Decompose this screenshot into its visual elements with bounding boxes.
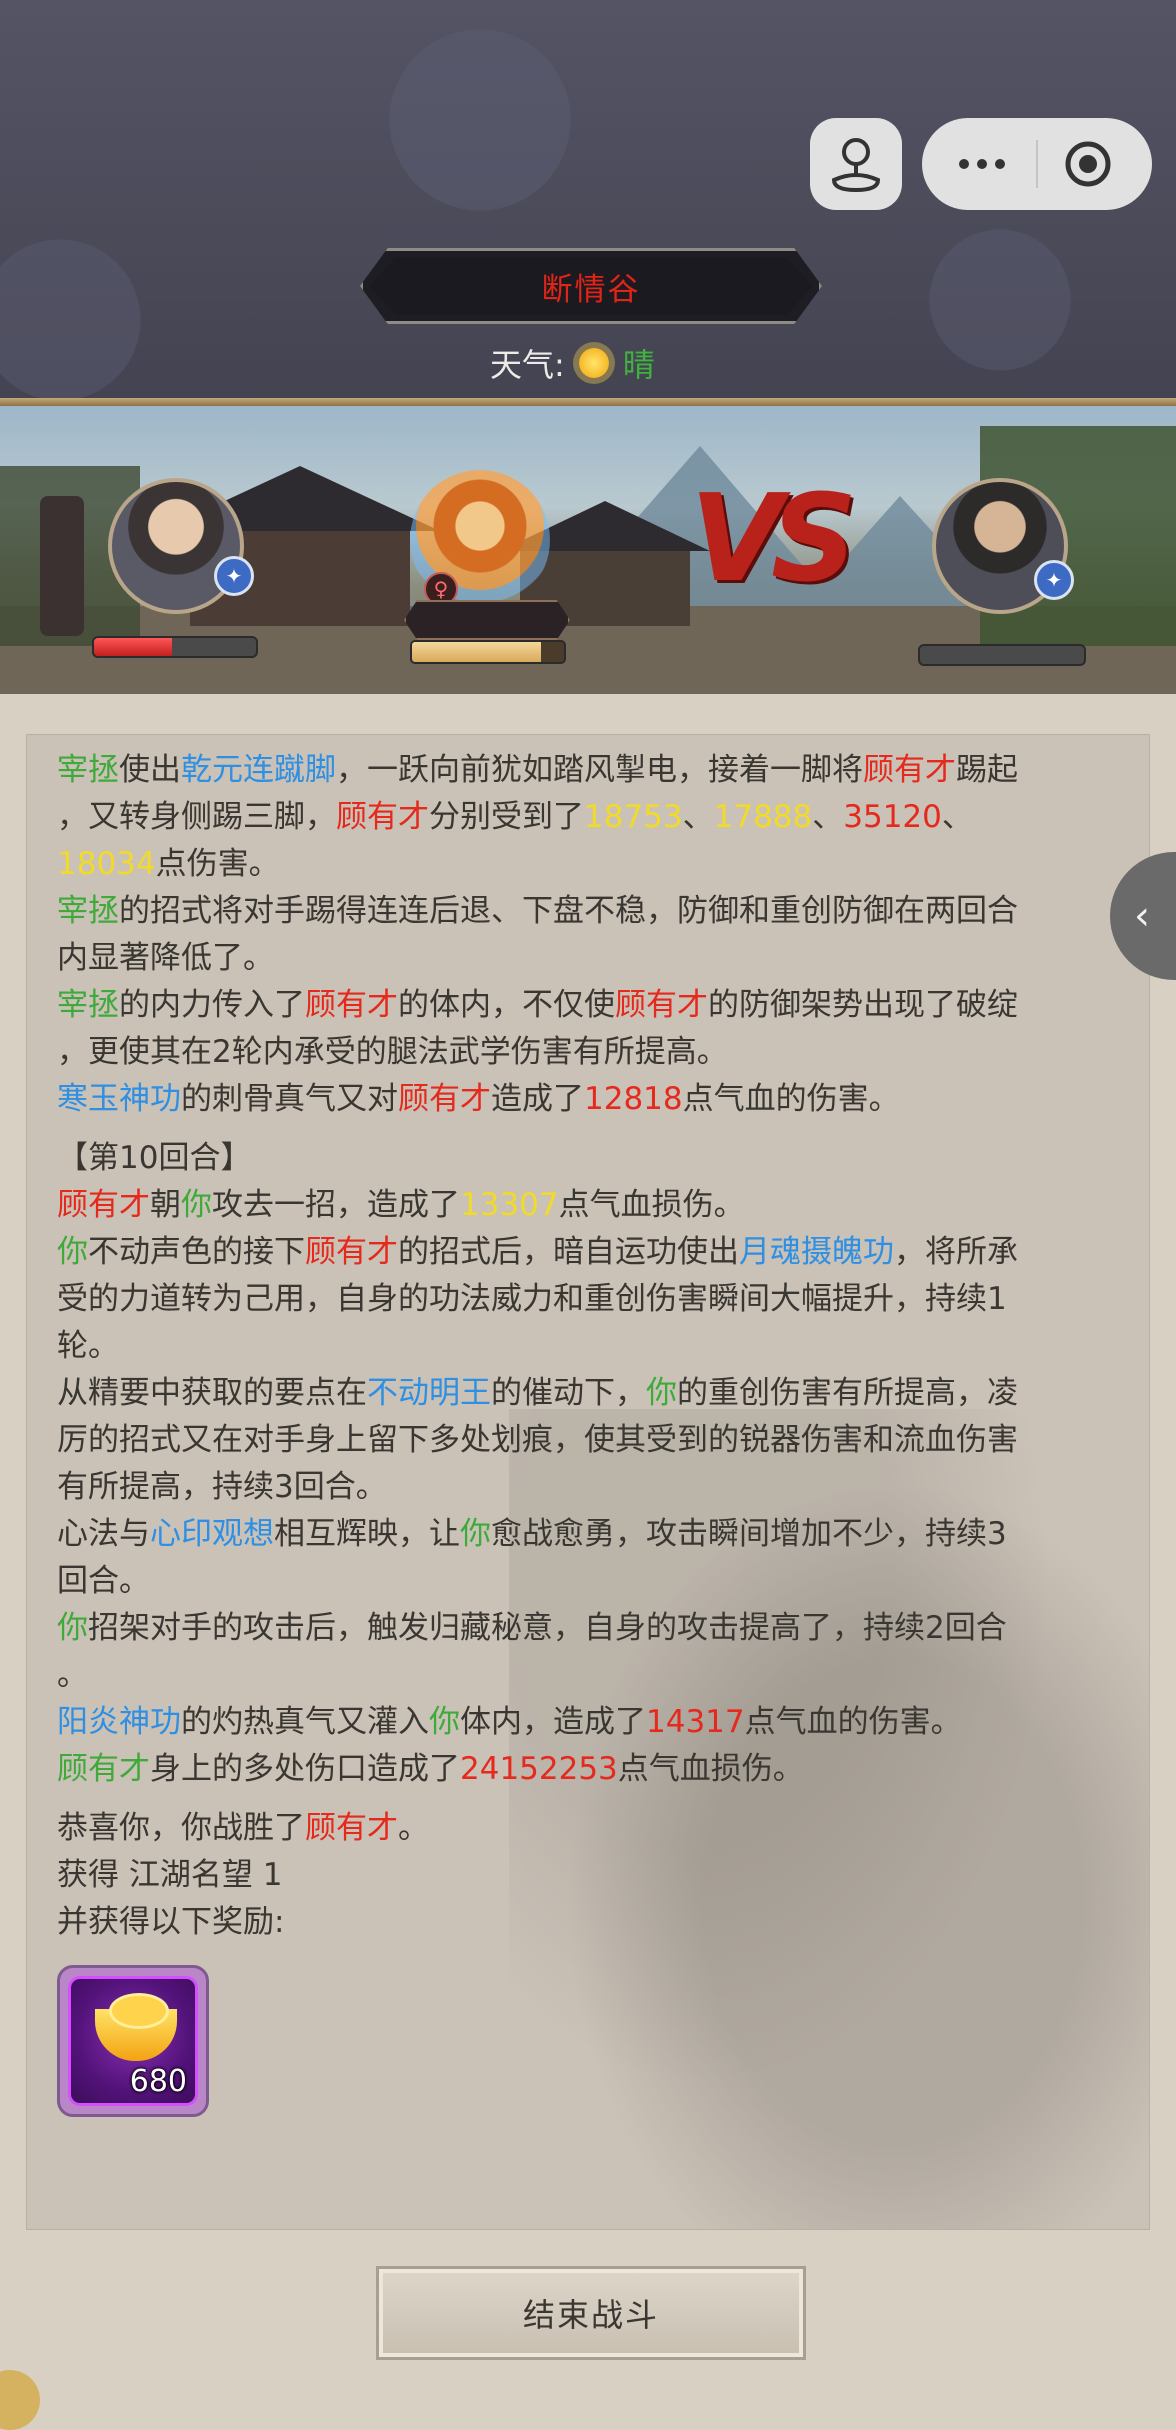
log-line: 你不动声色的接下顾有才的招式后，暗自运功使出月魂摄魄功，将所承 bbox=[57, 1234, 1018, 1270]
companion-pedestal bbox=[404, 600, 570, 640]
reward-frame: 680 bbox=[68, 1976, 198, 2106]
end-battle-button[interactable]: 结束战斗 bbox=[376, 2266, 806, 2360]
battle-log: 宰拯使出乾元连蹴脚，一跃向前犹如踏风掣电，接着一脚将顾有才踢起 ，又转身侧踢三脚… bbox=[57, 747, 1137, 1946]
header-divider bbox=[0, 398, 1176, 406]
log-line: ，更使其在2轮内承受的腿法武学伤害有所提高。 bbox=[57, 1034, 728, 1070]
log-line: 顾有才身上的多处伤口造成了24152253点气血损伤。 bbox=[57, 1751, 804, 1787]
capsule-divider bbox=[1036, 140, 1038, 188]
log-line: 回合。 bbox=[57, 1563, 150, 1599]
log-line: 厉的招式又在对手身上留下多处划痕，使其受到的锐器伤害和流血伤害 bbox=[57, 1422, 1018, 1458]
vs-emblem: VS bbox=[690, 470, 857, 609]
location-banner: 断情谷 bbox=[360, 248, 822, 324]
log-line: 。 bbox=[57, 1657, 88, 1693]
joystick-button[interactable] bbox=[810, 118, 902, 210]
weather-row: 天气: 晴 bbox=[490, 340, 655, 386]
battle-log-panel[interactable]: 宰拯使出乾元连蹴脚，一跃向前犹如踏风掣电，接着一脚将顾有才踢起 ，又转身侧踢三脚… bbox=[26, 734, 1150, 2230]
reputation-line: 获得 江湖名望 1 bbox=[57, 1857, 283, 1893]
log-line: 你招架对手的攻击后，触发归藏秘意，自身的攻击提高了，持续2回合 bbox=[57, 1610, 1007, 1646]
log-line: 阳炎神功的灼热真气又灌入你体内，造成了14317点气血的伤害。 bbox=[57, 1704, 962, 1740]
corner-decoration bbox=[0, 2370, 40, 2430]
reward-count: 680 bbox=[129, 2064, 187, 2099]
log-line: 顾有才朝你攻去一招，造成了13307点气血损伤。 bbox=[57, 1187, 745, 1223]
enemy-hp-bar bbox=[918, 644, 1086, 666]
reward-item[interactable]: 680 bbox=[57, 1965, 209, 2117]
victory-line: 恭喜你，你战胜了顾有才。 bbox=[57, 1810, 429, 1846]
log-line: 宰拯的内力传入了顾有才的体内，不仅使顾有才的防御架势出现了破绽 bbox=[57, 987, 1018, 1023]
chevron-left-icon: ‹ bbox=[1134, 893, 1150, 939]
more-icon[interactable] bbox=[942, 140, 1022, 188]
round-header: 【第10回合】 bbox=[57, 1140, 252, 1176]
companion-hp-fill bbox=[412, 642, 542, 662]
record-icon[interactable] bbox=[1062, 138, 1114, 190]
location-name: 断情谷 bbox=[369, 257, 813, 315]
player-hp-fill bbox=[94, 638, 172, 656]
log-line: 寒玉神功的刺骨真气又对顾有才造成了12818点气血的伤害。 bbox=[57, 1081, 900, 1117]
log-line: 受的力道转为己用，自身的功法威力和重创伤害瞬间大幅提升，持续1 bbox=[57, 1281, 1007, 1317]
enemy-class-badge: ✦ bbox=[1034, 560, 1074, 600]
log-line: 18034点伤害。 bbox=[57, 846, 280, 882]
log-line: 宰拯使出乾元连蹴脚，一跃向前犹如踏风掣电，接着一脚将顾有才踢起 bbox=[57, 752, 1018, 788]
log-line: 轮。 bbox=[57, 1328, 119, 1364]
capsule-menu bbox=[922, 118, 1152, 210]
player-hp-bar bbox=[92, 636, 258, 658]
log-line: 从精要中获取的要点在不动明王的催动下，你的重创伤害有所提高，凌 bbox=[57, 1375, 1018, 1411]
gold-ingot-top bbox=[109, 1993, 169, 2029]
log-line: 内显著降低了。 bbox=[57, 940, 274, 976]
companion-hp-bar bbox=[410, 640, 566, 664]
log-line: 心法与心印观想相互辉映，让你愈战愈勇，攻击瞬间增加不少，持续3 bbox=[57, 1516, 1007, 1552]
reward-intro: 并获得以下奖励: bbox=[57, 1904, 285, 1940]
player-class-badge: ✦ bbox=[214, 556, 254, 596]
log-line: ，又转身侧踢三脚，顾有才分别受到了18753、17888、35120、 bbox=[57, 799, 973, 835]
weather-label: 天气: bbox=[490, 346, 565, 384]
joystick-icon bbox=[831, 138, 881, 193]
sun-icon bbox=[578, 348, 609, 378]
log-line: 有所提高，持续3回合。 bbox=[57, 1469, 387, 1505]
log-line: 宰拯的招式将对手踢得连连后退、下盘不稳，防御和重创防御在两回合 bbox=[57, 893, 1018, 929]
weather-value: 晴 bbox=[622, 346, 655, 384]
